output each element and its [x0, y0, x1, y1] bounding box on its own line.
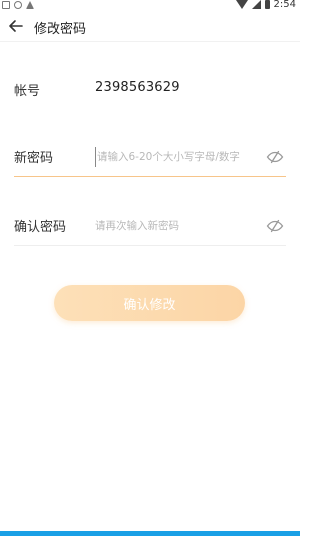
account-label: 帐号	[14, 84, 41, 99]
status-time: 2:54	[273, 0, 296, 10]
confirm-password-row: 确认密码	[14, 213, 286, 247]
new-password-row: 新密码	[14, 144, 286, 178]
bottom-bar	[0, 531, 300, 536]
status-bar: 2:54	[0, 0, 300, 10]
new-password-input[interactable]	[95, 147, 253, 167]
notification-icon	[2, 1, 10, 9]
eye-off-icon[interactable]	[266, 219, 284, 233]
page-title: 修改密码	[34, 22, 87, 37]
account-row: 帐号 2398563629	[14, 78, 286, 102]
confirm-password-underline	[14, 245, 286, 246]
confirm-change-button[interactable]: 确认修改	[54, 285, 245, 321]
status-notifications	[2, 0, 34, 10]
battery-icon	[264, 0, 270, 9]
confirm-password-label: 确认密码	[14, 220, 67, 235]
arrow-left-icon[interactable]	[6, 16, 26, 36]
alert-icon	[26, 1, 34, 9]
account-value: 2398563629	[95, 80, 180, 95]
new-password-underline	[14, 176, 286, 177]
title-bar: 修改密码	[0, 10, 300, 42]
eye-off-icon[interactable]	[266, 150, 284, 164]
signal-icon	[251, 0, 261, 9]
sync-icon	[14, 1, 22, 9]
new-password-label: 新密码	[14, 151, 54, 166]
wifi-icon	[235, 0, 248, 9]
confirm-password-input[interactable]	[95, 216, 253, 236]
status-indicators: 2:54	[235, 0, 296, 10]
